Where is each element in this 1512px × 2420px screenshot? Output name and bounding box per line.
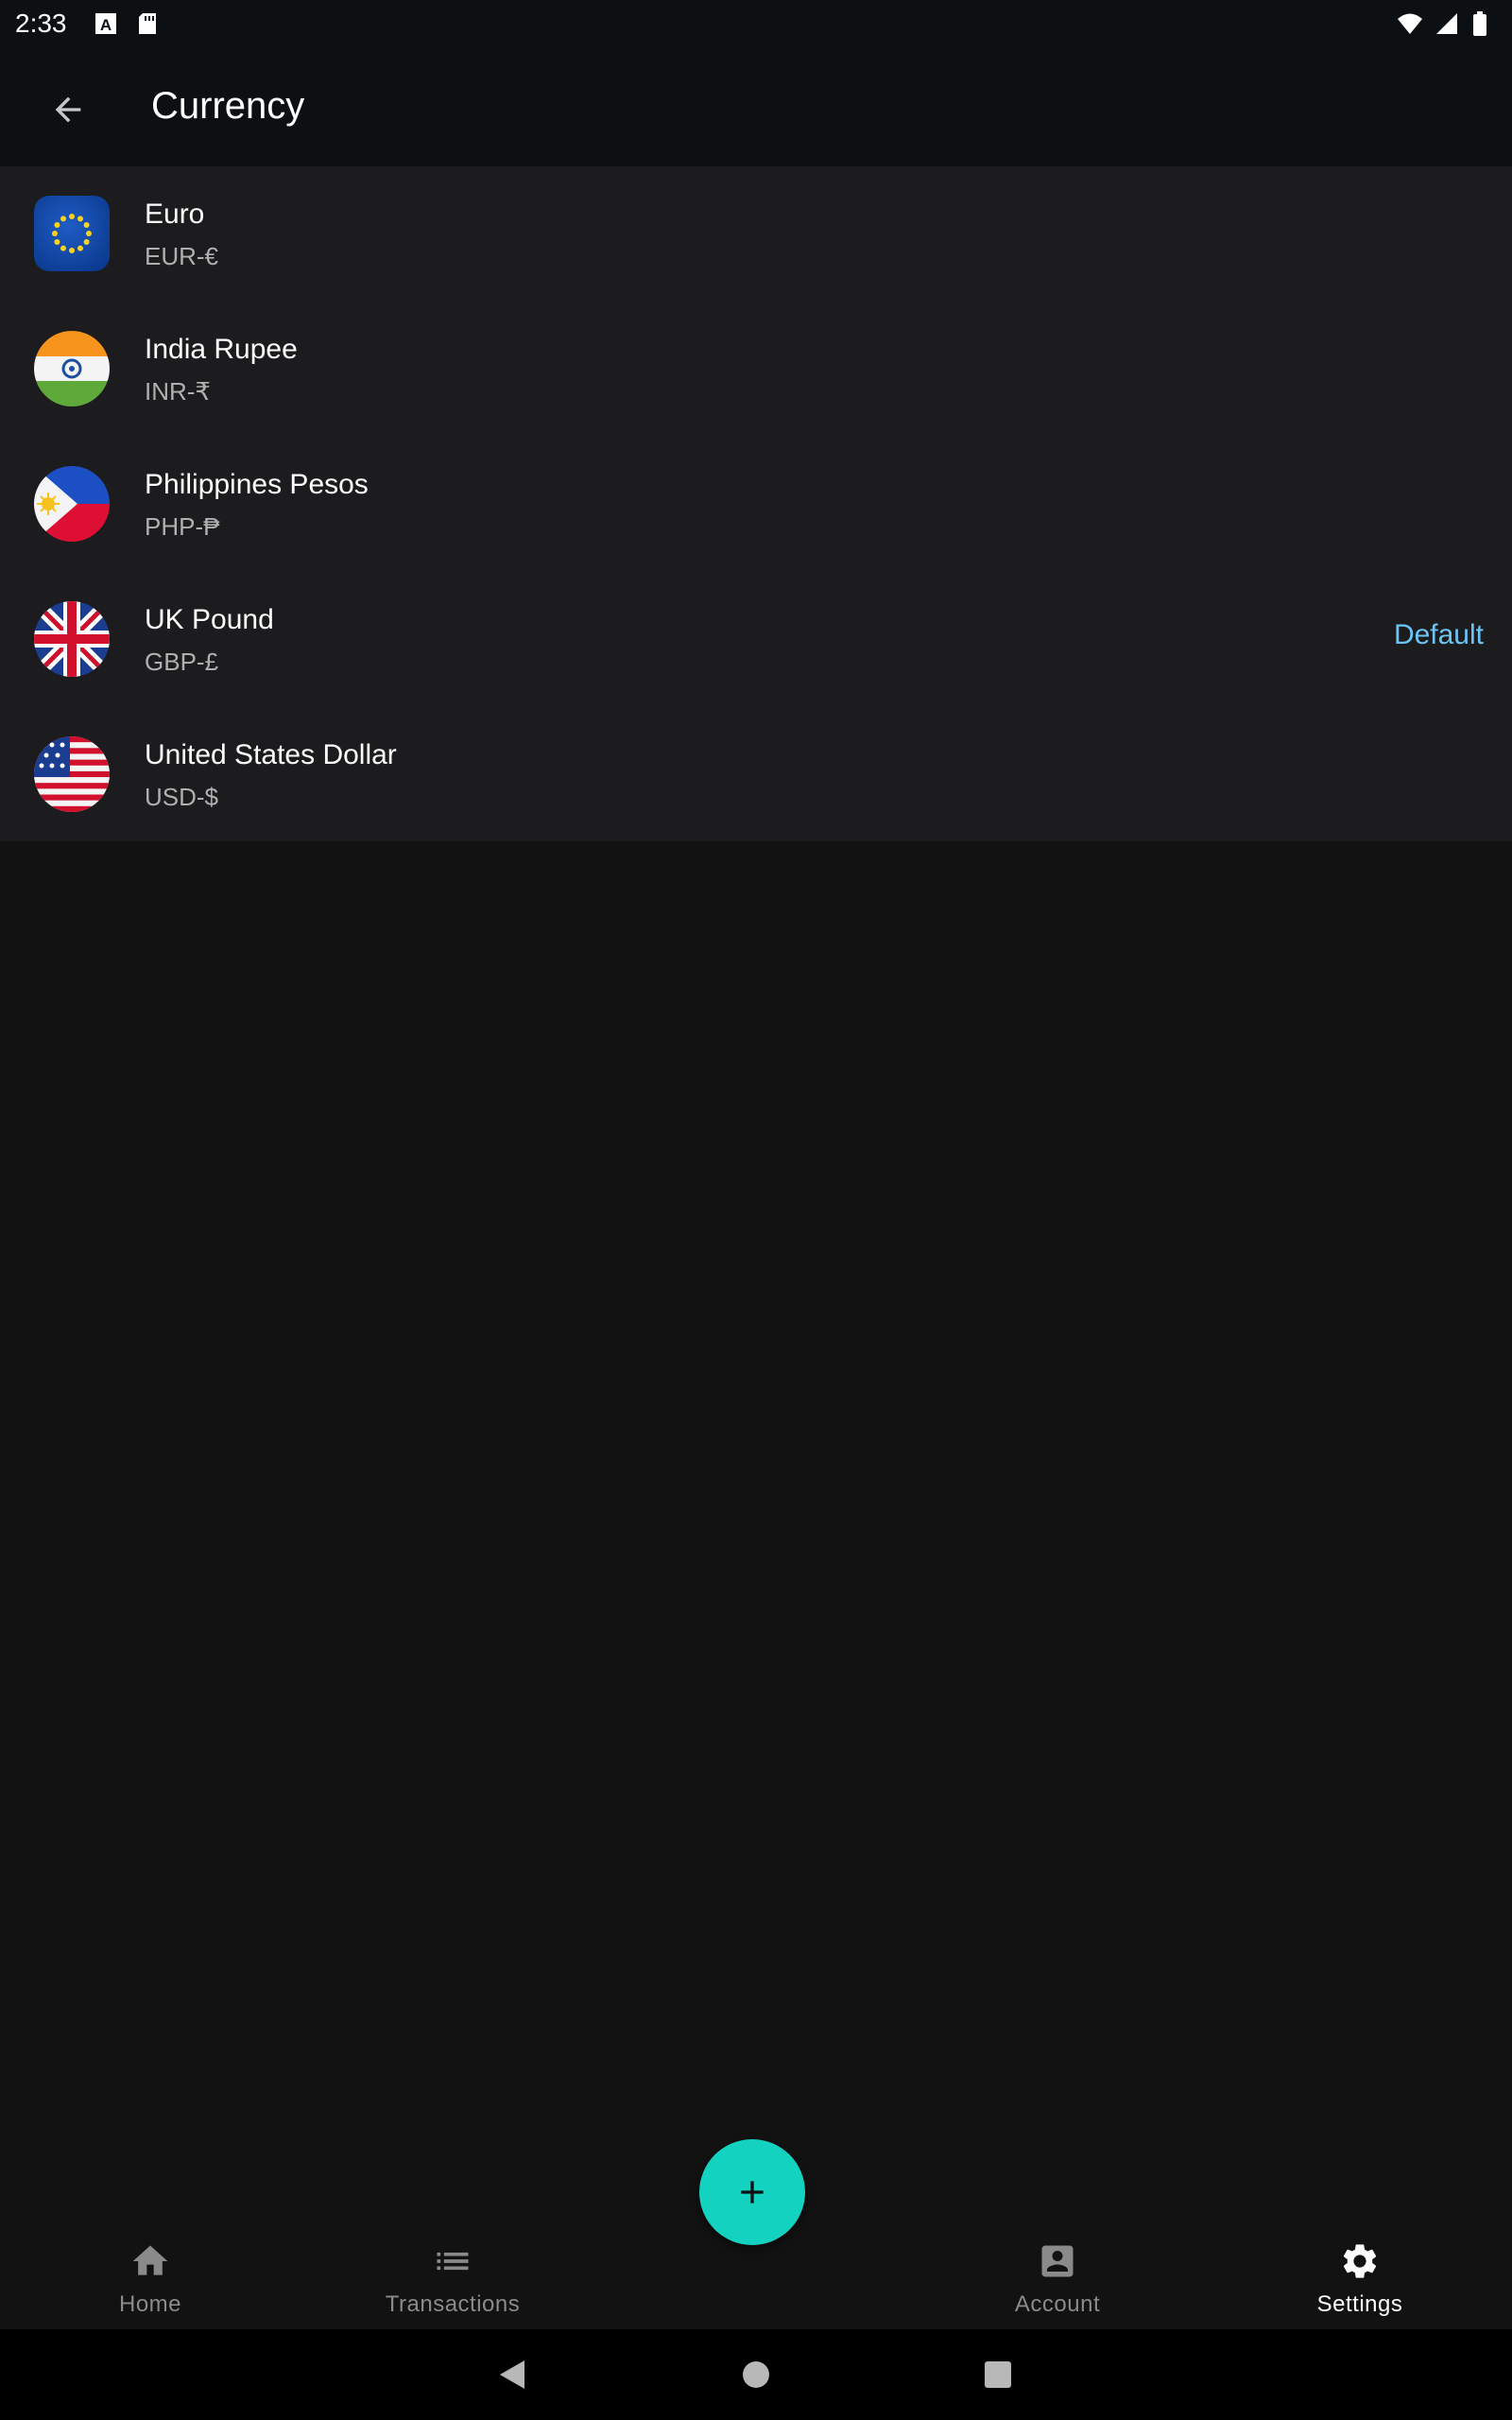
font-a-icon: A xyxy=(94,11,118,36)
app-bar: Currency xyxy=(0,47,1512,166)
nav-label: Home xyxy=(118,2291,182,2317)
status-time: 2:33 xyxy=(15,9,67,38)
plus-icon xyxy=(741,2181,764,2204)
nav-transactions[interactable]: Transactions xyxy=(349,2240,557,2325)
gear-icon xyxy=(1339,2240,1381,2282)
sd-card-icon xyxy=(135,11,160,36)
india-flag-icon xyxy=(34,331,110,406)
system-nav-bar xyxy=(0,2329,1512,2420)
square-recents-icon xyxy=(985,2361,1011,2388)
circle-home-icon xyxy=(743,2361,769,2388)
system-recents-button[interactable] xyxy=(979,2356,1017,2394)
currency-code: USD-$ xyxy=(145,783,219,811)
add-transaction-button[interactable] xyxy=(699,2139,805,2245)
currency-item-us-dollar[interactable]: United States Dollar USD-$ xyxy=(0,707,1512,842)
nav-label: Account xyxy=(1014,2291,1101,2317)
currency-code: PHP-₱ xyxy=(145,512,220,541)
home-icon xyxy=(129,2240,171,2282)
currency-list: Euro EUR-€ India Rupee INR-₹ Philippines… xyxy=(0,166,1512,841)
nav-settings[interactable]: Settings xyxy=(1256,2240,1464,2325)
triangle-back-icon xyxy=(500,2360,524,2389)
eu-flag-icon xyxy=(34,196,110,271)
nav-home[interactable]: Home xyxy=(46,2240,254,2325)
svg-text:A: A xyxy=(99,16,111,34)
currency-code: INR-₹ xyxy=(145,377,211,406)
currency-item-euro[interactable]: Euro EUR-€ xyxy=(0,166,1512,302)
back-button[interactable] xyxy=(34,76,102,144)
nav-label: Transactions xyxy=(385,2291,521,2317)
us-flag-icon xyxy=(34,736,110,812)
battery-icon xyxy=(1472,11,1497,36)
signal-icon xyxy=(1435,11,1459,36)
system-home-button[interactable] xyxy=(737,2356,775,2394)
wifi-icon xyxy=(1397,11,1422,36)
page-title: Currency xyxy=(151,85,305,127)
currency-name: Philippines Pesos xyxy=(145,469,369,500)
currency-name: Euro xyxy=(145,199,205,230)
arrow-back-icon xyxy=(55,96,81,123)
currency-code: GBP-£ xyxy=(145,648,219,676)
currency-code: EUR-€ xyxy=(145,242,219,270)
list-icon xyxy=(432,2240,473,2282)
currency-item-philippines-pesos[interactable]: Philippines Pesos PHP-₱ xyxy=(0,437,1512,572)
currency-item-india-rupee[interactable]: India Rupee INR-₹ xyxy=(0,302,1512,437)
currency-name: India Rupee xyxy=(145,334,298,365)
system-back-button[interactable] xyxy=(493,2356,531,2394)
currency-item-uk-pound[interactable]: UK Pound GBP-£ Default xyxy=(0,572,1512,707)
philippines-flag-icon xyxy=(34,466,110,542)
currency-name: United States Dollar xyxy=(145,739,397,770)
currency-name: UK Pound xyxy=(145,604,274,635)
nav-account[interactable]: Account xyxy=(954,2240,1161,2325)
default-badge[interactable]: Default xyxy=(1394,619,1484,651)
nav-label: Settings xyxy=(1316,2291,1403,2317)
account-box-icon xyxy=(1037,2240,1078,2282)
uk-flag-icon xyxy=(34,601,110,677)
status-bar: 2:33 A xyxy=(0,0,1512,47)
